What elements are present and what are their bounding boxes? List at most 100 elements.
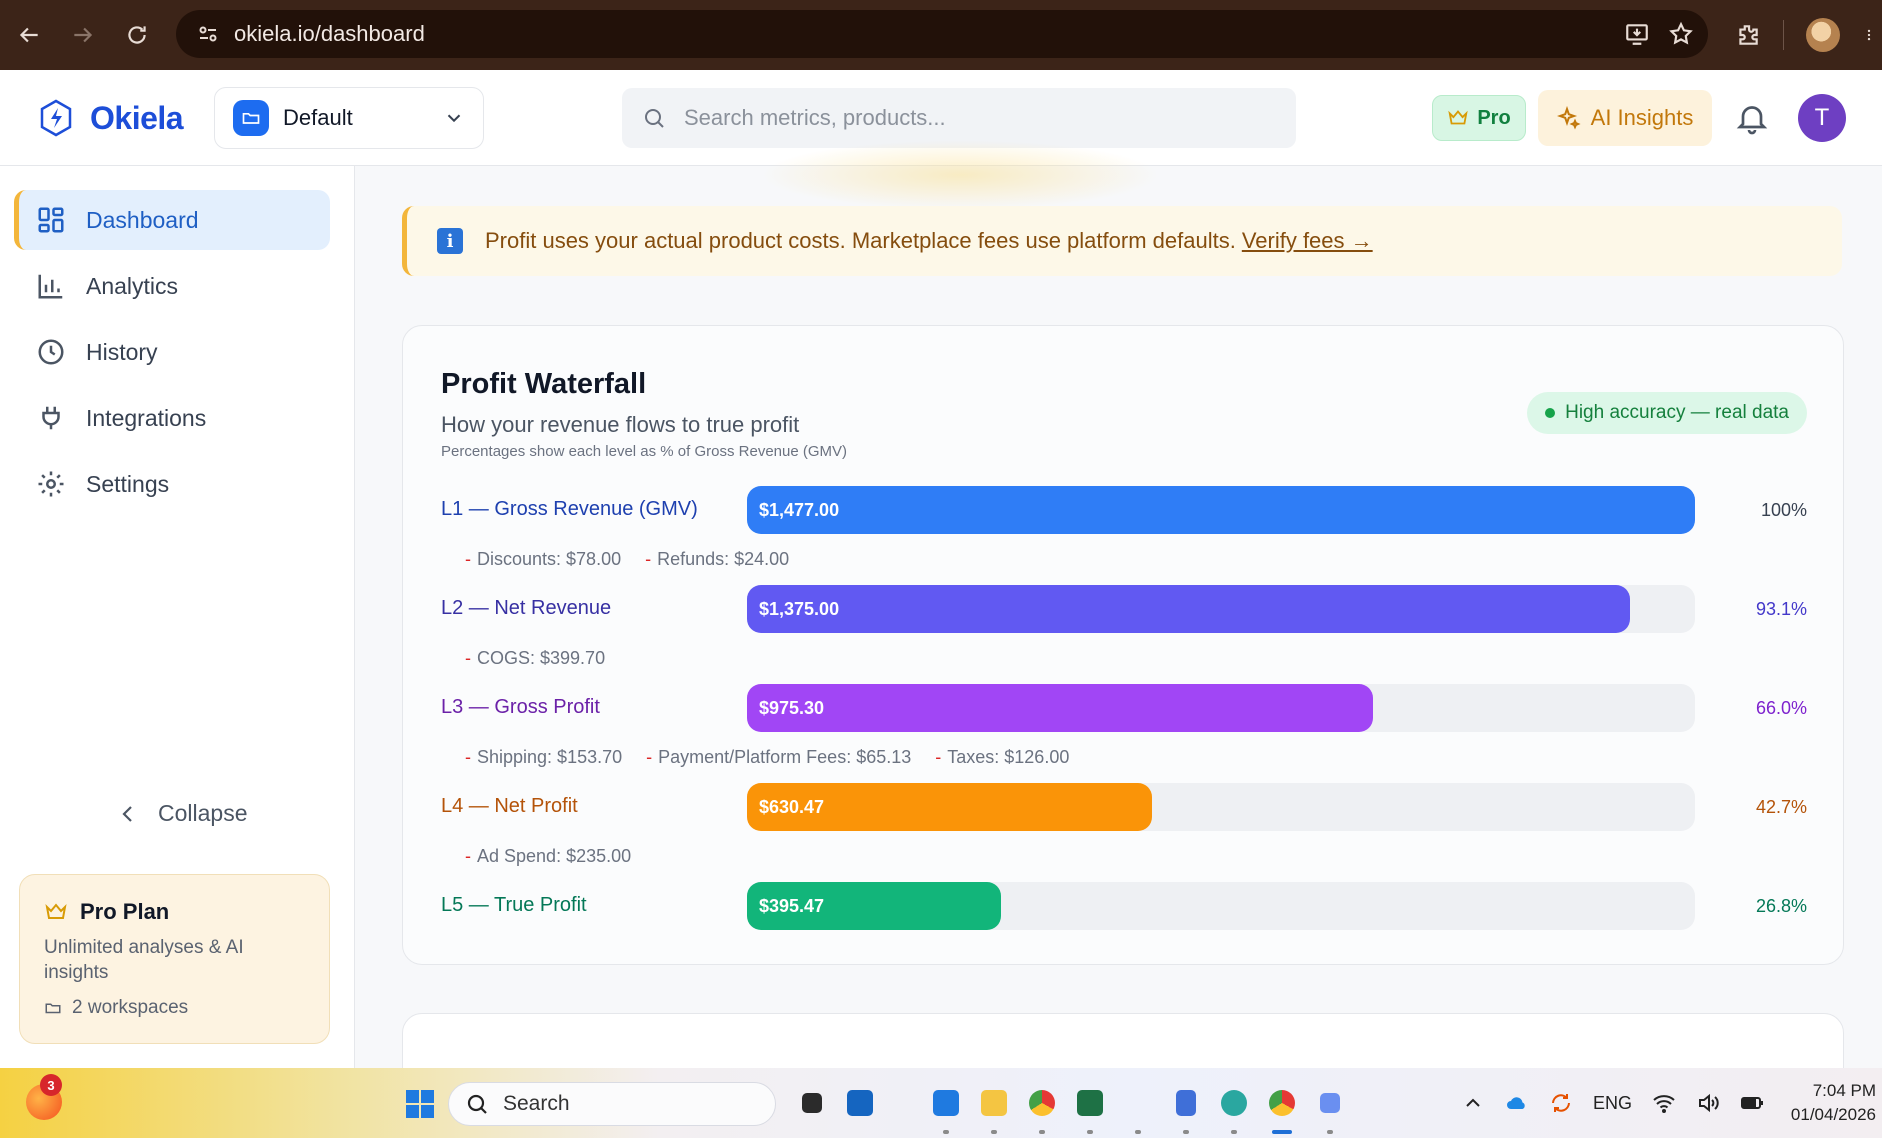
brand-logo[interactable]: Okiela xyxy=(36,98,184,138)
sidebar-item-analytics[interactable]: Analytics xyxy=(14,256,330,316)
sidebar-item-dashboard[interactable]: Dashboard xyxy=(14,190,330,250)
site-settings-icon[interactable] xyxy=(192,18,224,50)
pro-badge[interactable]: Pro xyxy=(1432,95,1526,141)
store-icon[interactable] xyxy=(836,1084,884,1122)
level-bar-track: $395.47 xyxy=(747,882,1695,930)
level-bar-track: $1,375.00 xyxy=(747,585,1695,633)
taskbar-apps xyxy=(788,1084,1354,1134)
status-dot xyxy=(1545,408,1556,418)
sidebar-item-integrations[interactable]: Integrations xyxy=(14,388,330,448)
url-text[interactable]: okiela.io/dashboard xyxy=(234,21,425,47)
wifi-icon[interactable] xyxy=(1652,1091,1676,1115)
plan-workspaces: 2 workspaces xyxy=(72,997,189,1018)
task-view-icon[interactable] xyxy=(788,1084,836,1122)
pro-badge-label: Pro xyxy=(1477,106,1511,129)
card-title: Profit Waterfall xyxy=(441,368,647,400)
deduction-line: - COGS: $399.70 xyxy=(465,648,605,669)
back-button[interactable] xyxy=(2,8,56,62)
volume-icon[interactable] xyxy=(1696,1091,1720,1115)
waterfall-row: L3 — Gross Profit $975.30 66.0% xyxy=(403,684,1843,732)
user-avatar[interactable]: T xyxy=(1798,94,1846,142)
address-bar[interactable]: okiela.io/dashboard xyxy=(176,10,1708,58)
system-clock[interactable]: 7:04 PM 01/04/2026 xyxy=(1784,1079,1876,1127)
profit-waterfall-card: Profit Waterfall How your revenue flows … xyxy=(402,325,1844,965)
minus-sign: - xyxy=(465,648,471,668)
plan-card[interactable]: Pro Plan Unlimited analyses & AI insight… xyxy=(19,874,330,1044)
battery-icon[interactable] xyxy=(1740,1091,1764,1115)
level-value: $630.47 xyxy=(759,796,825,817)
onedrive-cloud-icon[interactable] xyxy=(1505,1091,1529,1115)
level-label: L1 — Gross Revenue (GMV) xyxy=(441,498,698,520)
sidebar: Dashboard Analytics History Integrations… xyxy=(0,166,355,1068)
search-input[interactable] xyxy=(684,105,1244,131)
taskbar: 3 Search ENG 7:04 PM 01/04/2026 xyxy=(0,1068,1882,1138)
windows-start-icon[interactable] xyxy=(406,1090,434,1118)
chevron-up-icon[interactable] xyxy=(1461,1091,1485,1115)
bell-icon[interactable] xyxy=(1734,100,1770,136)
minus-sign: - xyxy=(645,549,652,569)
verify-fees-link[interactable]: Verify fees → xyxy=(1242,228,1373,254)
waterfall-row: L2 — Net Revenue $1,375.00 93.1% xyxy=(403,585,1843,633)
sync-icon[interactable] xyxy=(1549,1091,1573,1115)
chevron-down-icon xyxy=(447,114,461,123)
info-banner: i Profit uses your actual product costs.… xyxy=(402,206,1842,276)
sidebar-item-history[interactable]: History xyxy=(14,322,330,382)
extensions-icon[interactable] xyxy=(1735,22,1761,48)
excel-icon[interactable] xyxy=(1066,1084,1114,1134)
app-icon[interactable] xyxy=(1114,1084,1162,1134)
gear-icon xyxy=(38,471,64,497)
notification-badge: 3 xyxy=(40,1074,62,1096)
sidebar-item-label: Analytics xyxy=(86,272,179,299)
info-icon: i xyxy=(437,228,463,254)
level-bar: $1,477.00 xyxy=(747,486,1695,534)
deduction-text: Ad Spend: $235.00 xyxy=(477,846,632,866)
bookmark-star-icon[interactable] xyxy=(1668,21,1694,47)
browser-profile-avatar[interactable] xyxy=(1806,18,1840,52)
crown-icon xyxy=(1448,110,1469,125)
search-icon xyxy=(467,1094,487,1114)
running-indicator xyxy=(1135,1130,1141,1134)
chrome-icon[interactable] xyxy=(1018,1084,1066,1134)
search-bar[interactable] xyxy=(622,88,1296,148)
level-bar: $1,375.00 xyxy=(747,585,1630,633)
taskbar-search[interactable]: Search xyxy=(448,1082,776,1126)
level-percentage: 26.8% xyxy=(1755,896,1807,916)
sidebar-item-settings[interactable]: Settings xyxy=(14,454,330,514)
reload-button[interactable] xyxy=(110,8,164,62)
install-app-icon[interactable] xyxy=(1624,21,1650,47)
system-tray: ENG 7:04 PM 01/04/2026 xyxy=(1461,1068,1882,1138)
level-value: $1,477.00 xyxy=(759,499,840,520)
chrome-active-icon[interactable] xyxy=(1258,1084,1306,1134)
sidebar-item-label: Dashboard xyxy=(86,206,199,233)
copilot-icon[interactable] xyxy=(1210,1084,1258,1134)
sidebar-item-label: Settings xyxy=(86,470,170,497)
deduction-text: COGS: $399.70 xyxy=(477,648,606,668)
collapse-button[interactable]: Collapse xyxy=(116,800,248,827)
brand-name: Okiela xyxy=(90,99,184,136)
level-bar: $630.47 xyxy=(747,783,1152,831)
workspace-selector[interactable]: Default xyxy=(214,87,484,149)
outlook-icon[interactable] xyxy=(922,1084,970,1134)
deduction-item: - COGS: $399.70 xyxy=(465,648,605,669)
deduction-text: Payment/Platform Fees: $65.13 xyxy=(658,747,912,767)
level-bar: $395.47 xyxy=(747,882,1001,930)
ai-insights-button[interactable]: AI Insights xyxy=(1538,90,1712,146)
forward-button[interactable] xyxy=(56,8,110,62)
level-label: L3 — Gross Profit xyxy=(441,696,600,718)
level-percentage: 100% xyxy=(1760,500,1807,520)
level-value: $1,375.00 xyxy=(759,598,840,619)
collapse-label: Collapse xyxy=(158,800,248,826)
chevron-left-icon xyxy=(122,805,132,822)
language-indicator[interactable]: ENG xyxy=(1593,1093,1632,1114)
running-indicator xyxy=(943,1130,949,1134)
snipping-tool-icon[interactable] xyxy=(1306,1084,1354,1134)
bar-chart-icon xyxy=(38,274,63,299)
banner-text: Profit uses your actual product costs. M… xyxy=(485,228,1236,253)
active-indicator xyxy=(1272,1130,1292,1134)
accuracy-badge: High accuracy — real data xyxy=(1527,392,1807,434)
level-bar-track: $975.30 xyxy=(747,684,1695,732)
level-bar-track: $1,477.00 xyxy=(747,486,1695,534)
browser-menu-icon[interactable] xyxy=(1862,22,1876,48)
notepad-icon[interactable] xyxy=(1162,1084,1210,1134)
file-explorer-icon[interactable] xyxy=(970,1084,1018,1134)
